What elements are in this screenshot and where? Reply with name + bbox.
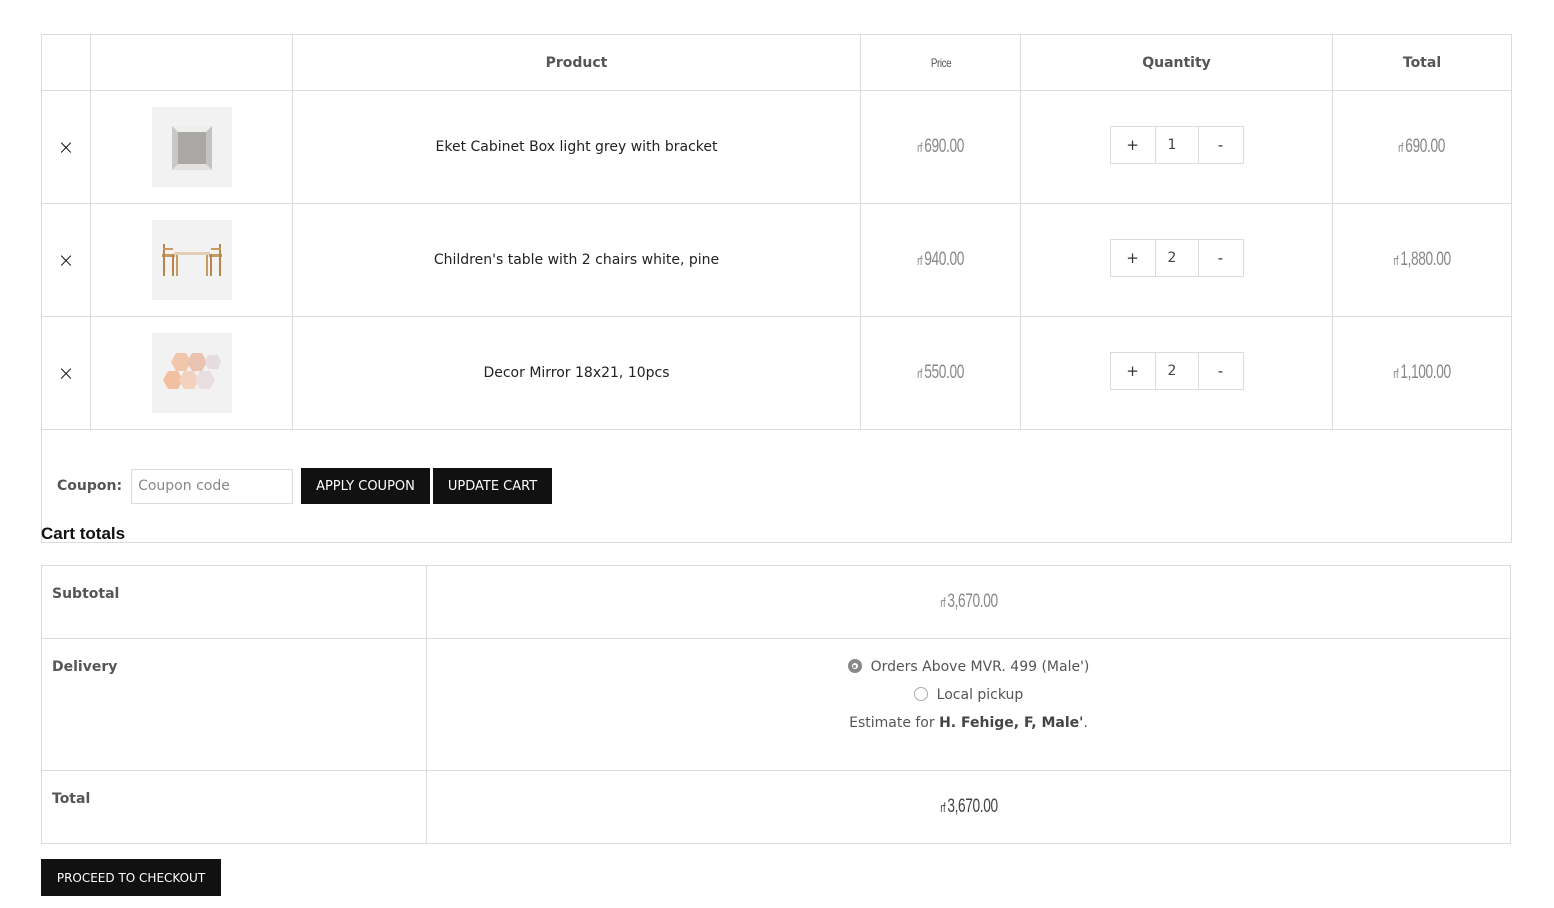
cart-item-row: × Eket Cabinet Box light grey with brack… [41,90,1512,204]
order-total-row: Total rf 3,670.00 [41,770,1511,844]
quantity-cell: + 2 - [1020,316,1333,430]
thumbnail-cell [90,316,293,430]
qty-input[interactable]: 2 [1154,353,1199,389]
price-cell: rf 550.00 [860,316,1021,430]
line-total-cell: rf 690.00 [1332,90,1512,204]
table-chairs-image [161,244,222,276]
subtotal-label: Subtotal [41,565,427,639]
header-thumbnail [90,34,293,91]
line-total: rf 690.00 [1398,136,1446,157]
close-icon[interactable]: × [58,135,75,159]
subtotal-row: Subtotal rf 3,670.00 [41,565,1511,639]
cart-item-row: × Children's table with 2 chairs white, … [41,203,1512,317]
delivery-options: Orders Above MVR. 499 (Male') Local pick… [428,653,1509,709]
remove-cell: × [41,316,91,430]
price: rf 940.00 [917,249,964,270]
delivery-option[interactable]: Orders Above MVR. 499 (Male') [428,653,1509,681]
cart-actions: Coupon: APPLY COUPON UPDATE CART [41,429,1512,543]
line-total-cell: rf 1,100.00 [1332,316,1512,430]
remove-cell: × [41,203,91,317]
product-name[interactable]: Eket Cabinet Box light grey with bracket [292,90,861,204]
qty-increase-button[interactable]: + [1111,353,1155,389]
header-total: Total [1332,34,1512,91]
quantity-cell: + 1 - [1020,90,1333,204]
cart-totals-table: Subtotal rf 3,670.00 Delivery Orders Abov… [41,565,1511,844]
radio-checked-icon[interactable] [847,659,862,673]
price: rf 690.00 [917,136,964,157]
coupon-input[interactable] [131,468,294,504]
estimate-location: H. Fehige, F, Male' [939,715,1084,731]
cart-actions-row: Coupon: APPLY COUPON UPDATE CART [41,429,1512,543]
delivery-estimate: Estimate for H. Fehige, F, Male'. [849,715,1088,731]
header-price: Price [874,34,1007,91]
order-total-label: Total [41,770,427,844]
header-remove [41,34,91,91]
qty-increase-button[interactable]: + [1111,240,1155,276]
delivery-row: Delivery Orders Above MVR. 499 (Male') L… [41,638,1511,771]
quantity-cell: + 2 - [1020,203,1333,317]
cart-header-row: Product Price Quantity Total [41,34,1512,91]
line-total: rf 1,100.00 [1393,362,1451,383]
coupon-form: Coupon: APPLY COUPON UPDATE CART [42,468,1511,504]
delivery-cell: Orders Above MVR. 499 (Male') Local pick… [426,638,1511,771]
close-icon[interactable]: × [58,361,75,385]
cart-item-row: × Decor Mirror 18x21, 10pcs rf 550.00 + … [41,316,1512,430]
product-name[interactable]: Decor Mirror 18x21, 10pcs [292,316,861,430]
update-cart-button[interactable]: UPDATE CART [432,468,553,504]
line-total: rf 1,880.00 [1393,249,1451,270]
line-total-cell: rf 1,880.00 [1332,203,1512,317]
proceed-to-checkout-button[interactable]: PROCEED TO CHECKOUT [41,859,221,896]
coupon-label: Coupon: [57,478,123,494]
header-product: Product [292,34,861,91]
qty-decrease-button[interactable]: - [1199,240,1243,276]
remove-cell: × [41,90,91,204]
radio-unchecked-icon[interactable] [913,687,928,701]
price-cell: rf 690.00 [860,90,1021,204]
product-thumbnail[interactable] [151,220,232,300]
subtotal-value: rf 3,670.00 [939,591,998,612]
quantity-stepper: + 2 - [1109,352,1244,390]
product-name[interactable]: Children's table with 2 chairs white, pi… [292,203,861,317]
price: rf 550.00 [917,362,964,383]
delivery-option-label[interactable]: Local pickup [937,687,1024,703]
order-total-cell: rf 3,670.00 [426,770,1511,844]
qty-input[interactable]: 2 [1154,240,1199,276]
quantity-stepper: + 1 - [1109,126,1244,164]
hex-mirror-image [162,353,221,389]
quantity-stepper: + 2 - [1109,239,1244,277]
delivery-option-label[interactable]: Orders Above MVR. 499 (Male') [871,659,1090,675]
product-thumbnail[interactable] [151,107,232,187]
subtotal-cell: rf 3,670.00 [426,565,1511,639]
cart-table: Product Price Quantity Total × Eket Cabi… [41,34,1512,543]
price-cell: rf 940.00 [860,203,1021,317]
qty-decrease-button[interactable]: - [1199,353,1243,389]
thumbnail-cell [90,203,293,317]
order-total-value: rf 3,670.00 [939,796,998,817]
qty-increase-button[interactable]: + [1111,127,1155,163]
cabinet-box-image [171,126,212,170]
apply-coupon-button[interactable]: APPLY COUPON [301,468,430,504]
delivery-label: Delivery [41,638,427,771]
qty-decrease-button[interactable]: - [1199,127,1243,163]
delivery-option[interactable]: Local pickup [428,681,1509,709]
close-icon[interactable]: × [58,248,75,272]
header-quantity: Quantity [1020,34,1333,91]
cart-totals-title: Cart totals [41,524,126,543]
thumbnail-cell [90,90,293,204]
qty-input[interactable]: 1 [1154,127,1199,163]
product-thumbnail[interactable] [151,333,232,413]
